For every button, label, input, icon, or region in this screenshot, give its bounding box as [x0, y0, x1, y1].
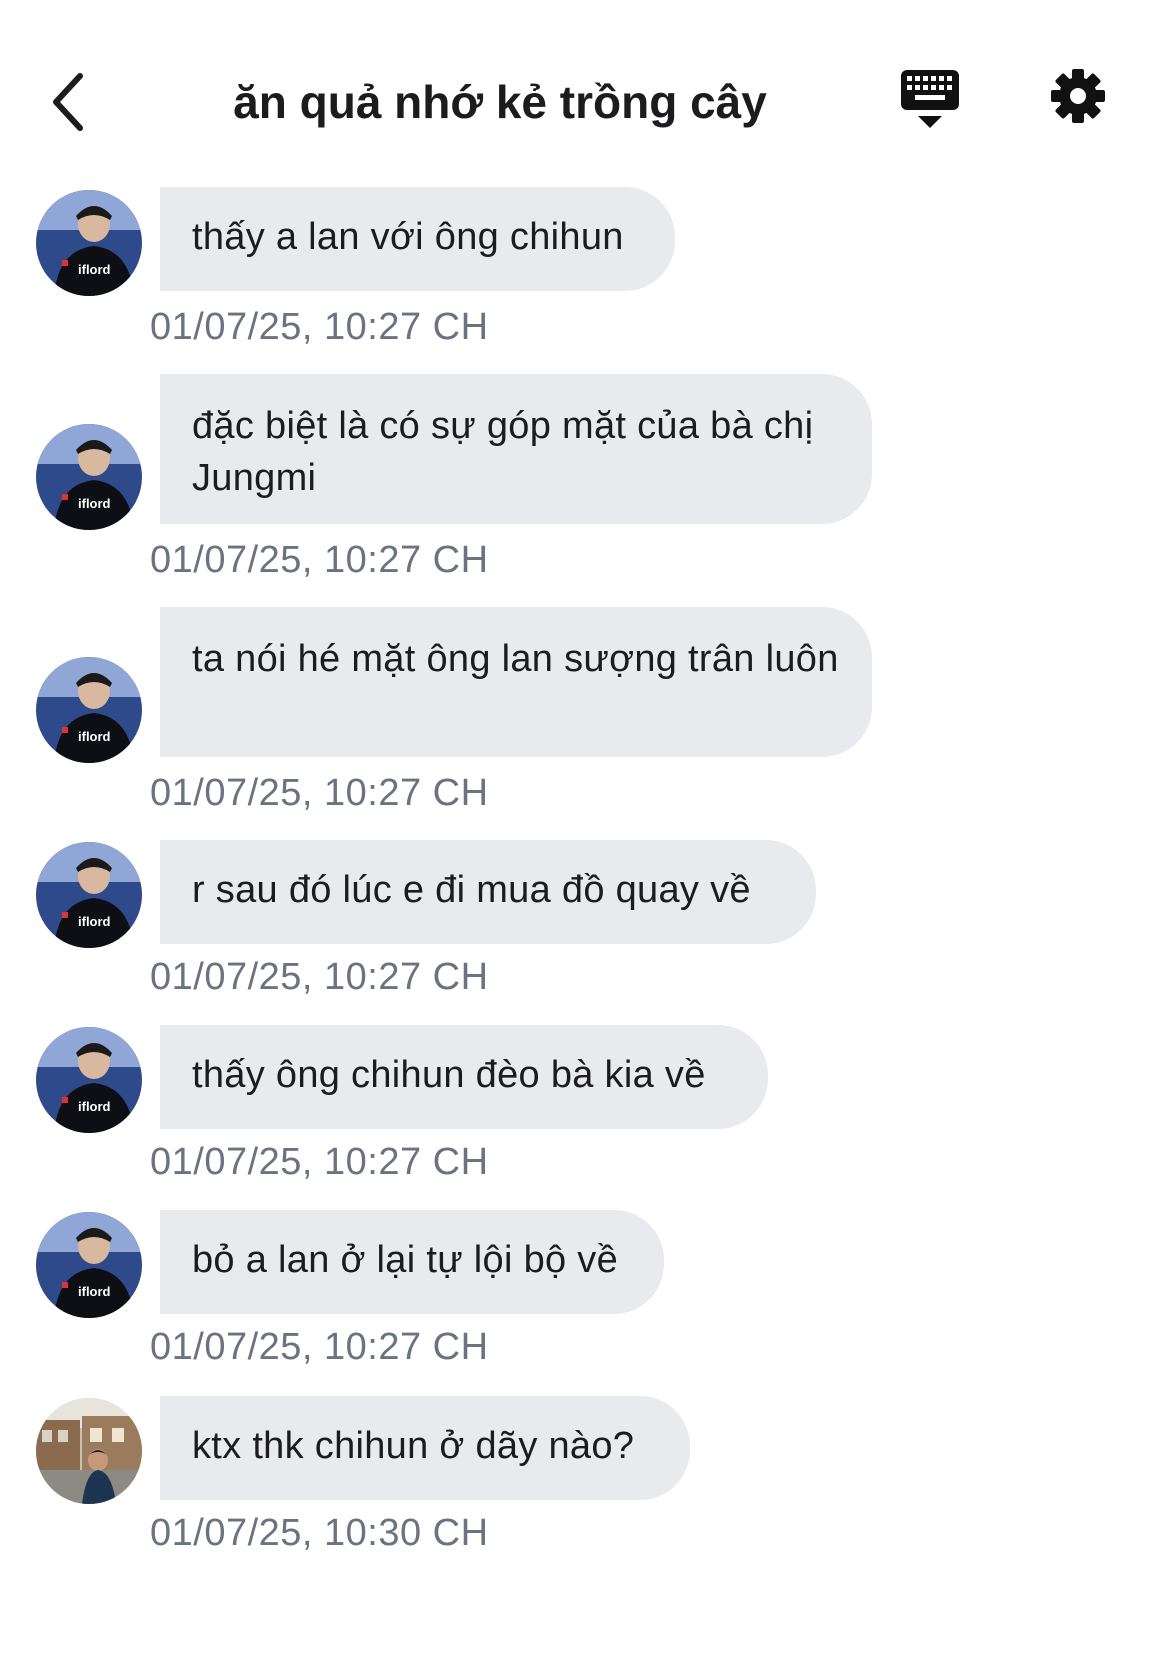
keyboard-icon [901, 70, 959, 128]
back-button[interactable] [38, 62, 98, 142]
avatar[interactable]: iflord [36, 190, 142, 296]
svg-text:iflord: iflord [78, 1284, 111, 1299]
avatar[interactable]: iflord [36, 842, 142, 948]
svg-text:iflord: iflord [78, 1099, 111, 1114]
message-timestamp: 01/07/25, 10:27 CH [150, 772, 489, 814]
message-timestamp: 01/07/25, 10:27 CH [150, 539, 489, 581]
keyboard-button[interactable] [900, 68, 990, 148]
message-row: iflord thấy a lan với ông chihun 01/07/2… [0, 187, 1170, 360]
message-timestamp: 01/07/25, 10:27 CH [150, 306, 489, 348]
message-row: ktx thk chihun ở dãy nào? 01/07/25, 10:3… [0, 1396, 1170, 1566]
message-row: iflord đặc biệt là có sự góp mặt của bà … [0, 372, 1170, 582]
message-bubble[interactable]: bỏ a lan ở lại tự lội bộ về [160, 1210, 664, 1314]
settings-button[interactable] [1050, 68, 1120, 138]
chat-header: ăn quả nhớ kẻ trồng cây [0, 0, 1170, 180]
avatar[interactable]: iflord [36, 1027, 142, 1133]
message-row: iflord r sau đó lúc e đi mua đồ quay về … [0, 840, 1170, 1010]
message-bubble[interactable]: thấy ông chihun đèo bà kia về [160, 1025, 768, 1129]
message-timestamp: 01/07/25, 10:27 CH [150, 956, 489, 998]
svg-text:iflord: iflord [78, 262, 111, 277]
player-avatar-image: iflord [36, 842, 142, 948]
avatar[interactable]: iflord [36, 657, 142, 763]
chevron-left-icon [53, 73, 83, 131]
message-row: iflord bỏ a lan ở lại tự lội bộ về 01/07… [0, 1210, 1170, 1380]
message-bubble[interactable]: ta nói hé mặt ông lan sượng trân luôn [160, 607, 872, 757]
player-avatar-image: iflord [36, 424, 142, 530]
message-bubble[interactable]: r sau đó lúc e đi mua đồ quay về [160, 840, 816, 944]
street-avatar-image [36, 1398, 142, 1504]
player-avatar-image: iflord [36, 1027, 142, 1133]
gear-icon [1051, 69, 1105, 123]
message-bubble[interactable]: đặc biệt là có sự góp mặt của bà chị Jun… [160, 374, 872, 524]
message-bubble[interactable]: ktx thk chihun ở dãy nào? [160, 1396, 690, 1500]
player-avatar-image: iflord [36, 190, 142, 296]
message-timestamp: 01/07/25, 10:27 CH [150, 1326, 489, 1368]
player-avatar-image: iflord [36, 657, 142, 763]
chat-title: ăn quả nhớ kẻ trồng cây [233, 76, 767, 128]
avatar[interactable]: iflord [36, 424, 142, 530]
avatar[interactable]: iflord [36, 1212, 142, 1318]
message-bubble[interactable]: thấy a lan với ông chihun [160, 187, 675, 291]
svg-text:iflord: iflord [78, 729, 111, 744]
message-row: iflord ta nói hé mặt ông lan sượng trân … [0, 605, 1170, 815]
svg-text:iflord: iflord [78, 496, 111, 511]
message-timestamp: 01/07/25, 10:30 CH [150, 1512, 489, 1554]
message-timestamp: 01/07/25, 10:27 CH [150, 1141, 489, 1183]
svg-text:iflord: iflord [78, 914, 111, 929]
player-avatar-image: iflord [36, 1212, 142, 1318]
avatar[interactable] [36, 1398, 142, 1504]
message-row: iflord thấy ông chihun đèo bà kia về 01/… [0, 1025, 1170, 1195]
